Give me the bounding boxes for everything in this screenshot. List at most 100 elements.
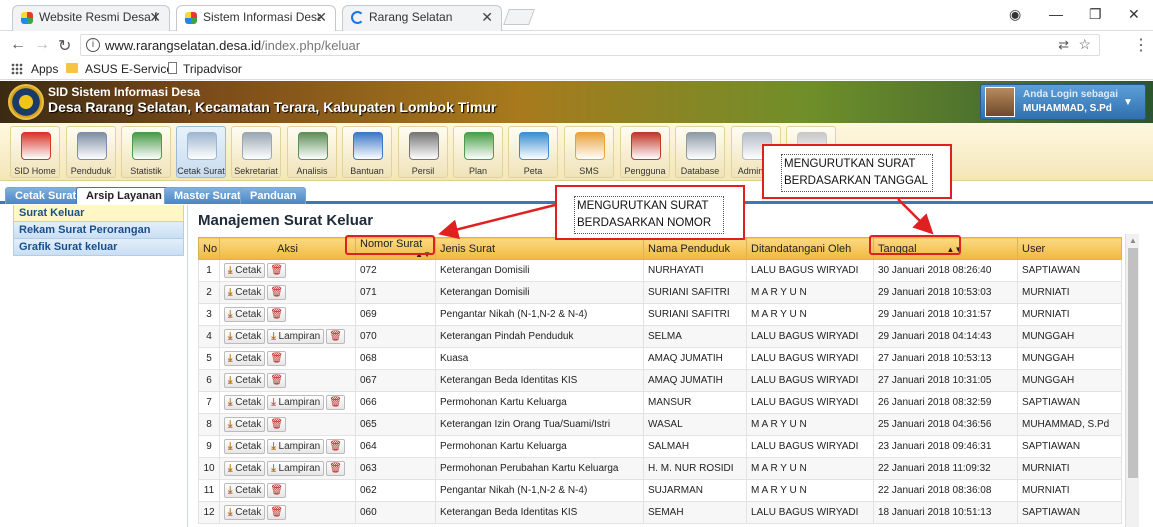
cetak-button[interactable]: ⤓ Cetak — [224, 395, 266, 410]
browser-tab-1[interactable]: Website Resmi Desa Rara ✕ — [12, 5, 170, 31]
toolbar-item-bantuan[interactable]: Bantuan — [342, 126, 392, 178]
toolbar-item-statistik[interactable]: Statistik — [121, 126, 171, 178]
cetak-button[interactable]: ⤓ Cetak — [224, 351, 266, 366]
toolbar-item-sms[interactable]: SMS — [564, 126, 614, 178]
menu-icon[interactable]: ⋮ — [1133, 35, 1149, 55]
cell-ttd: LALU BAGUS WIRYADI — [746, 347, 874, 370]
new-tab-button[interactable] — [503, 9, 535, 25]
cetak-button[interactable]: ⤓ Cetak — [224, 461, 266, 476]
delete-button[interactable]: 🗑 — [326, 461, 345, 476]
delete-button[interactable]: 🗑 — [326, 395, 345, 410]
delete-button[interactable]: 🗑 — [267, 505, 287, 520]
cell-ttd: M A R Y U N — [746, 457, 874, 480]
toolbar-item-sid-home[interactable]: SID Home — [10, 126, 60, 178]
browser-tab-3[interactable]: Rarang Selatan ✕ — [342, 5, 502, 31]
delete-button[interactable]: 🗑 — [267, 417, 287, 432]
cell-nomor: 069 — [355, 303, 436, 326]
toolbar-item-cetak-surat[interactable]: Cetak Surat — [176, 126, 226, 178]
close-tab-icon[interactable]: ✕ — [315, 9, 327, 26]
cetak-button[interactable]: ⤓ Cetak — [224, 483, 266, 498]
cetak-button[interactable]: ⤓ Cetak — [224, 417, 266, 432]
cell-jenis: Kuasa — [435, 347, 644, 370]
highlight-nomor-surat — [345, 235, 435, 255]
close-tab-icon[interactable]: ✕ — [481, 9, 493, 26]
cell-ttd: LALU BAGUS WIRYADI — [746, 391, 874, 414]
toolbar-label: Bantuan — [350, 166, 384, 176]
sidebar-item-surat-keluar[interactable]: Surat Keluar — [13, 205, 184, 222]
database-icon — [686, 132, 716, 160]
cetak-button[interactable]: ⤓ Cetak — [224, 373, 266, 388]
toolbar-item-penduduk[interactable]: Penduduk — [66, 126, 116, 178]
toolbar-item-pengguna[interactable]: Pengguna — [620, 126, 670, 178]
table-row: 2 ⤓ Cetak 🗑 071 Keterangan Domisili SURIANI S… — [198, 281, 1122, 304]
bookmark-star-icon[interactable]: ☆ — [1078, 36, 1091, 53]
forward-icon[interactable]: → — [34, 36, 50, 54]
page-title: Manajemen Surat Keluar — [198, 212, 374, 229]
toolbar-label: Analisis — [296, 166, 328, 176]
cetak-button[interactable]: ⤓ Cetak — [224, 307, 266, 322]
cell-jenis: Permohonan Kartu Keluarga — [435, 391, 644, 414]
delete-button[interactable]: 🗑 — [267, 373, 287, 388]
toolbar-item-sekretariat[interactable]: Sekretariat — [231, 126, 281, 178]
cetak-button[interactable]: ⤓ Cetak — [224, 505, 266, 520]
scrollbar[interactable]: ▲ — [1125, 234, 1139, 527]
reload-icon[interactable]: ↻ — [58, 36, 71, 56]
close-tab-icon[interactable]: ✕ — [149, 9, 161, 26]
cetak-button[interactable]: ⤓ Cetak — [224, 285, 266, 300]
url-input[interactable]: i www.rarangselatan.desa.id/index.php/ke… — [80, 34, 1100, 56]
user-menu[interactable]: Anda Login sebagai MUHAMMAD, S.Pd ▼ — [980, 84, 1146, 120]
cell-user: MURNIATI — [1017, 457, 1122, 480]
table-row: 8 ⤓ Cetak 🗑 065 Keterangan Izin Orang Tua/Su… — [198, 413, 1122, 436]
back-icon[interactable]: ← — [10, 36, 26, 54]
close-window-icon[interactable]: ✕ — [1128, 6, 1140, 23]
page-icon — [168, 62, 177, 74]
sidebar-item-grafik-surat[interactable]: Grafik Surat keluar — [13, 239, 184, 256]
scrollbar-thumb[interactable] — [1128, 248, 1138, 478]
bookmark-tripadvisor[interactable]: Tripadvisor — [183, 62, 242, 76]
delete-button[interactable]: 🗑 — [267, 483, 287, 498]
tab-master-surat[interactable]: Master Surat — [164, 187, 251, 204]
tab-cetak-surat[interactable]: Cetak Surat — [5, 187, 87, 204]
cetak-label: Cetak — [235, 353, 262, 364]
delete-button[interactable]: 🗑 — [267, 351, 287, 366]
delete-button[interactable]: 🗑 — [267, 285, 287, 300]
cetak-button[interactable]: ⤓ Cetak — [224, 329, 266, 344]
tab-arsip-layanan[interactable]: Arsip Layanan — [76, 187, 172, 204]
cell-jenis: Keterangan Beda Identitas KIS — [435, 369, 644, 392]
lampiran-button[interactable]: ⤓ Lampiran — [267, 329, 325, 344]
browser-tab-2[interactable]: Sistem Informasi Desa D ✕ — [176, 5, 336, 31]
delete-button[interactable]: 🗑 — [267, 263, 287, 278]
cell-no: 4 — [198, 325, 220, 348]
profile-icon[interactable]: ◉ — [1009, 6, 1021, 23]
tab-panduan[interactable]: Panduan — [240, 187, 307, 204]
cell-jenis: Permohonan Kartu Keluarga — [435, 435, 644, 458]
toolbar-item-persil[interactable]: Persil — [398, 126, 448, 178]
lampiran-button[interactable]: ⤓ Lampiran — [267, 461, 325, 476]
trash-icon: 🗑 — [270, 309, 284, 320]
scroll-up-icon[interactable]: ▲ — [1129, 236, 1137, 245]
delete-button[interactable]: 🗑 — [326, 439, 345, 454]
browser-tab-title: Website Resmi Desa Rara — [39, 10, 157, 24]
bookmark-asus[interactable]: ASUS E-Service — [85, 62, 173, 76]
sidebar-item-rekam-surat[interactable]: Rekam Surat Perorangan — [13, 222, 184, 239]
cell-user: MURNIATI — [1017, 303, 1122, 326]
cell-aksi: ⤓ Cetak 🗑 — [219, 347, 356, 370]
maximize-icon[interactable]: ❐ — [1089, 6, 1102, 23]
download-icon: ⤓ — [228, 397, 233, 408]
minimize-icon[interactable]: — — [1049, 6, 1063, 22]
toolbar-item-plan[interactable]: Plan — [453, 126, 503, 178]
site-header: SID Sistem Informasi Desa Desa Rarang Se… — [0, 81, 1153, 123]
bookmark-apps[interactable]: Apps — [31, 62, 58, 76]
cell-nama: SURIANI SAFITRI — [643, 281, 747, 304]
info-icon[interactable]: i — [86, 38, 100, 52]
delete-button[interactable]: 🗑 — [267, 307, 287, 322]
lampiran-button[interactable]: ⤓ Lampiran — [267, 439, 325, 454]
toolbar-item-analisis[interactable]: Analisis — [287, 126, 337, 178]
cetak-button[interactable]: ⤓ Cetak — [224, 263, 266, 278]
translate-icon[interactable]: ⇄ — [1058, 37, 1069, 53]
cetak-button[interactable]: ⤓ Cetak — [224, 439, 266, 454]
toolbar-item-database[interactable]: Database — [675, 126, 725, 178]
toolbar-item-peta[interactable]: Peta — [508, 126, 558, 178]
delete-button[interactable]: 🗑 — [326, 329, 345, 344]
lampiran-button[interactable]: ⤓ Lampiran — [267, 395, 325, 410]
